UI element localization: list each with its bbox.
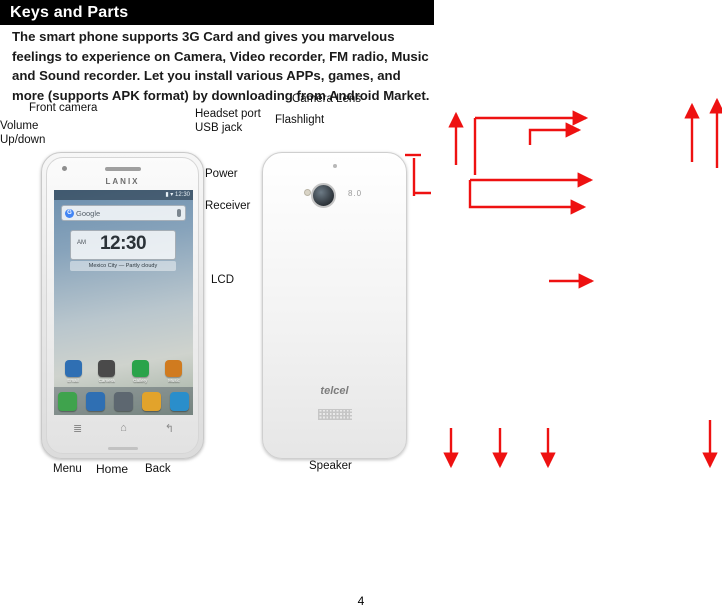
section-title-bar: Keys and Parts	[0, 0, 434, 25]
carrier-logo: telcel	[320, 385, 349, 397]
arrow-elbow-right-1	[528, 122, 582, 145]
label-receiver: Receiver	[205, 200, 251, 212]
microphone-icon	[177, 209, 181, 217]
label-up-down: Up/down	[0, 134, 46, 146]
home-key-icon: ⌂	[120, 422, 127, 434]
screen-dock-tray	[54, 387, 193, 415]
screen-weather-widget: Mexico City — Partly cloudy	[70, 261, 176, 271]
clock-ampm: AM	[77, 240, 86, 246]
label-headset-port: Headset port	[195, 108, 261, 120]
label-lcd: LCD	[211, 274, 235, 286]
label-home: Home	[96, 462, 129, 476]
screen-status-bar: ▮ ▾ 12:30	[54, 190, 193, 200]
phone-front-brand: LANIX	[105, 177, 140, 186]
phone-screen: ▮ ▾ 12:30 G Google AM 12:30 Mexico City …	[54, 190, 193, 415]
page-title: Keys and Parts	[10, 3, 129, 21]
phone-front-bottom-slot	[107, 447, 138, 450]
tray-icon-browser	[169, 391, 189, 411]
camera-megapixels: 8.0	[348, 189, 363, 198]
label-menu: Menu	[53, 463, 82, 475]
screen-search-widget: G Google	[61, 205, 186, 221]
label-volume: Volume	[0, 120, 39, 132]
label-flashlight: Flashlight	[275, 114, 325, 126]
phone-back-illustration: 8.0 telcel	[262, 152, 407, 459]
receiver-icon	[104, 167, 141, 171]
label-camera-lens: Camera Lens	[292, 93, 362, 105]
app-icon-email: Email	[63, 360, 83, 383]
screen-app-row: Email Camera Gallery Music	[63, 360, 184, 383]
tray-icon-phone	[58, 391, 78, 411]
arrow-elbow-right-2	[468, 180, 587, 215]
app-icon-music: Music	[164, 360, 184, 383]
app-icon-camera: Camera	[97, 360, 117, 383]
google-icon: G	[65, 209, 74, 218]
tray-icon-messaging	[141, 391, 161, 411]
app-icon-gallery: Gallery	[130, 360, 150, 383]
intro-paragraph: The smart phone supports 3G Card and giv…	[12, 29, 430, 103]
phone-nav-keys: ≣ ⌂ ↰	[54, 419, 193, 437]
screen-clock-widget: AM 12:30	[70, 230, 176, 260]
status-bar-right: ▮ ▾ 12:30	[165, 192, 190, 198]
label-speaker: Speaker	[309, 460, 352, 472]
tray-icon-contacts	[86, 391, 106, 411]
speaker-grille-icon	[317, 409, 352, 420]
back-key-icon: ↰	[164, 422, 175, 435]
camera-lens-icon	[311, 183, 336, 208]
label-front-camera: Front camera	[29, 102, 98, 114]
tray-icon-apps	[113, 391, 133, 411]
document-page: Keys and Parts The smart phone supports …	[0, 0, 722, 615]
label-usb-jack: USB jack	[195, 122, 243, 134]
search-placeholder-text: Google	[76, 208, 101, 218]
clock-time: 12:30	[99, 233, 147, 254]
flashlight-icon	[304, 189, 311, 196]
front-camera-icon	[62, 166, 67, 171]
label-back: Back	[145, 463, 171, 475]
phone-front-illustration: LANIX ▮ ▾ 12:30 G Google AM 12:30 Mexico…	[41, 152, 204, 459]
back-top-dot	[332, 164, 337, 168]
menu-key-icon: ≣	[72, 422, 83, 435]
page-number: 4	[357, 594, 365, 608]
label-power: Power	[205, 168, 238, 180]
